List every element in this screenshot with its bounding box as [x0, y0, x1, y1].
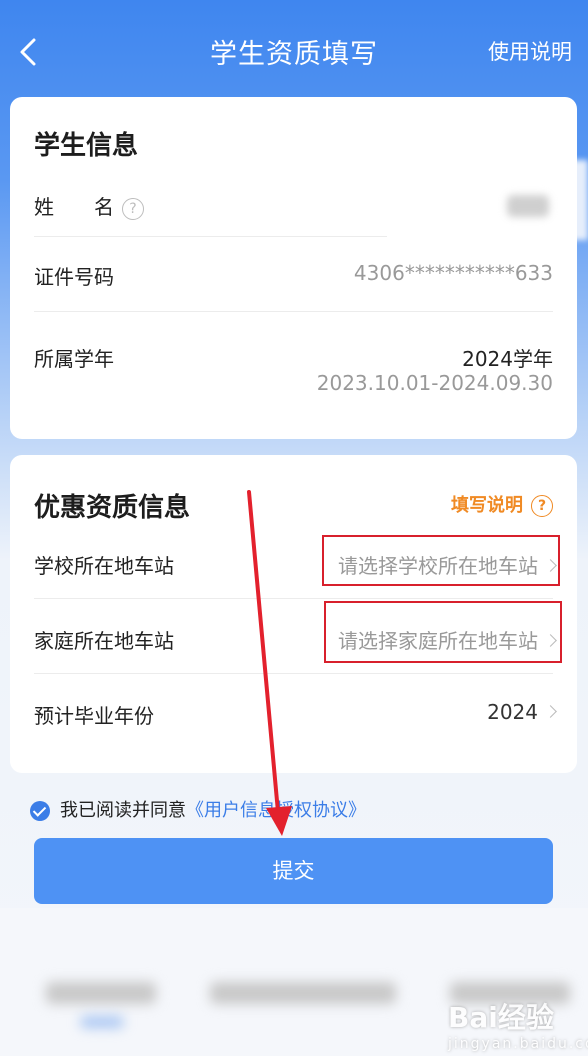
- name-row: 姓 名?: [34, 191, 144, 220]
- year-value: 2024学年: [462, 347, 553, 371]
- divider: [34, 311, 553, 312]
- baidu-watermark-logo: Bai经验 jingyan.baidu.com: [448, 1001, 588, 1052]
- checkbox-checked-icon[interactable]: [30, 801, 50, 821]
- divider: [34, 673, 553, 674]
- student-info-title: 学生信息: [34, 131, 139, 161]
- name-label: 姓 名: [34, 195, 114, 219]
- graduation-year-label: 预计毕业年份: [34, 704, 154, 728]
- discount-info-title: 优惠资质信息: [34, 493, 191, 523]
- student-info-card: 学生信息 姓 名? 证件号码 4306***********633 所属学年 2…: [10, 97, 577, 439]
- id-label: 证件号码: [34, 265, 114, 289]
- agreement-text: 我已阅读并同意: [60, 800, 186, 821]
- blurred-item: [46, 982, 156, 1004]
- home-station-label: 家庭所在地车站: [34, 629, 174, 653]
- year-range: 2023.10.01-2024.09.30: [316, 371, 553, 395]
- submit-button[interactable]: 提交: [34, 838, 553, 904]
- divider: [34, 236, 387, 237]
- nav-bar: 学生资质填写 使用说明: [0, 0, 588, 100]
- usage-help-link[interactable]: 使用说明: [488, 36, 572, 66]
- question-icon: ?: [531, 495, 553, 517]
- blurred-item: [210, 982, 396, 1004]
- graduation-year-select[interactable]: 2024: [487, 700, 557, 724]
- blurred-item: [80, 1016, 124, 1028]
- year-label: 所属学年: [34, 347, 114, 371]
- agreement-row[interactable]: 我已阅读并同意《用户信息授权协议》: [30, 796, 366, 822]
- annotation-box-school: [322, 535, 560, 586]
- fill-help-link[interactable]: 填写说明?: [451, 491, 553, 517]
- divider: [34, 598, 553, 599]
- name-value-blurred: [507, 195, 549, 217]
- chevron-right-icon: [544, 705, 557, 718]
- question-icon[interactable]: ?: [122, 197, 144, 220]
- agreement-link[interactable]: 《用户信息授权协议》: [186, 800, 366, 821]
- school-station-label: 学校所在地车站: [34, 554, 174, 578]
- id-value: 4306***********633: [353, 261, 553, 285]
- annotation-box-home: [324, 601, 562, 663]
